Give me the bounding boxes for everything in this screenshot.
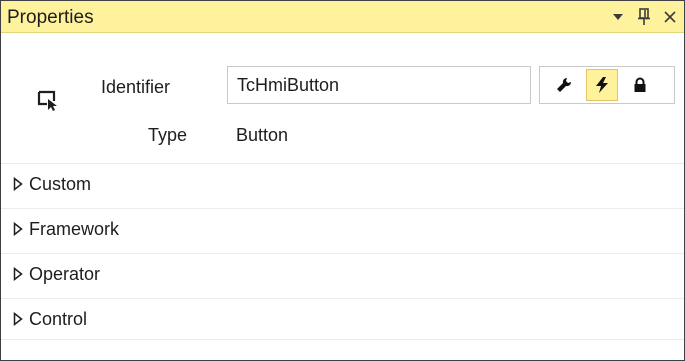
section-label: Operator [29, 264, 101, 284]
view-toggle-group [539, 66, 675, 104]
panel-titlebar: Properties [1, 1, 684, 33]
section-label: Control [29, 309, 88, 329]
collapsed-arrow-icon [13, 312, 23, 326]
lightning-icon[interactable] [586, 69, 618, 101]
dropdown-arrow-icon[interactable] [608, 6, 628, 28]
close-icon[interactable] [660, 6, 680, 28]
section-divider [1, 339, 684, 340]
section-framework[interactable]: Framework [1, 208, 684, 248]
section-label: Custom [29, 174, 92, 194]
properties-panel: Properties Identifier TcHmiButton Type B… [0, 0, 685, 361]
type-label: Type [148, 125, 188, 145]
titlebar-controls [608, 5, 680, 29]
collapsed-arrow-icon [13, 267, 23, 281]
section-control[interactable]: Control [1, 298, 684, 338]
wrench-icon[interactable] [548, 69, 580, 101]
section-label: Framework [29, 219, 120, 239]
pin-icon[interactable] [634, 6, 654, 28]
identifier-input[interactable] [227, 66, 531, 104]
collapsed-arrow-icon [13, 222, 23, 236]
collapsed-arrow-icon [13, 177, 23, 191]
panel-title: Properties [7, 7, 94, 28]
identifier-label: Identifier [101, 77, 171, 97]
control-select-icon [37, 89, 59, 111]
section-custom[interactable]: Custom [1, 163, 684, 203]
lock-icon[interactable] [624, 69, 656, 101]
type-value: Button [236, 125, 289, 145]
section-operator[interactable]: Operator [1, 253, 684, 293]
